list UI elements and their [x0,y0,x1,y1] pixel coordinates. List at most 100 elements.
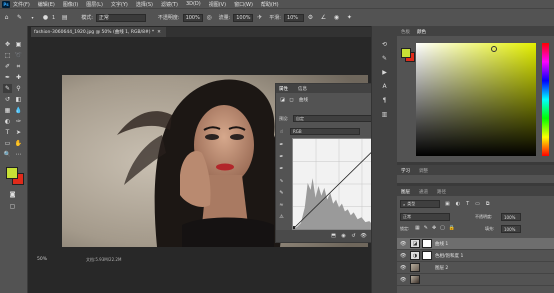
tab-channels[interactable]: 通道 [419,189,428,195]
brush-tool-icon[interactable]: ✎ [3,84,12,93]
lock-transparent-icon[interactable]: ▦ [415,225,420,231]
tab-layers[interactable]: 图层 [401,189,410,195]
mode-select[interactable]: 正常 [95,13,146,22]
smooth-curve-icon[interactable]: ≈ [278,201,285,208]
menu-select[interactable]: 选择(S) [136,1,153,8]
blend-mode-select[interactable]: 正常 [400,213,450,221]
visibility-eye-icon[interactable]: 👁 [400,241,407,247]
menu-file[interactable]: 文件(F) [13,1,30,8]
symmetry-icon[interactable]: ✦ [345,13,354,22]
visibility-icon[interactable]: 👁 [360,232,367,239]
more-tools-icon[interactable]: ⋯ [14,150,23,159]
smooth-field[interactable]: 10% [283,13,304,22]
layer-mask-thumbnail[interactable] [422,239,432,248]
libraries-panel-icon[interactable]: ▥ [380,110,389,119]
layer-filter-select[interactable]: ⌕ 类型 [400,200,440,208]
tab-paths[interactable]: 路径 [437,189,446,195]
lock-artboard-icon[interactable]: ▢ [440,225,445,231]
stamp-tool-icon[interactable]: ⚲ [14,84,23,93]
quick-select-tool-icon[interactable]: ✐ [3,62,12,71]
type-tool-icon[interactable]: T [3,128,12,137]
layer-row[interactable]: 👁 ◪ 曲线 1 [397,238,554,250]
filter-pixel-icon[interactable]: ▣ [445,201,450,207]
tab-swatches[interactable]: 色板 [401,29,410,35]
history-panel-icon[interactable]: ⟲ [380,40,389,49]
layer-name[interactable]: 图层 2 [435,265,448,271]
eyedropper-tool-icon[interactable]: ✒ [3,73,12,82]
airbrush-icon[interactable]: ✈ [255,13,264,22]
foreground-color-chip[interactable] [6,167,18,179]
history-brush-tool-icon[interactable]: ↺ [3,95,12,104]
healing-tool-icon[interactable]: ✚ [14,73,23,82]
crop-tool-icon[interactable]: ⌗ [14,62,23,71]
histogram-warning-icon[interactable]: ⚠ [278,213,285,220]
tab-color[interactable]: 颜色 [417,29,426,35]
set-white-point-icon[interactable]: ✒ [278,165,285,172]
pressure-opacity-icon[interactable]: ◎ [205,13,214,22]
lasso-tool-icon[interactable]: ➰ [14,51,23,60]
blur-tool-icon[interactable]: 💧 [14,106,23,115]
brush-settings-icon[interactable]: ▤ [60,13,69,22]
close-tab-icon[interactable]: ✕ [157,30,161,35]
gradient-tool-icon[interactable]: ▦ [3,106,12,115]
flow-field[interactable]: 100% [233,13,254,22]
view-previous-icon[interactable]: ◉ [340,232,347,239]
target-adjust-icon[interactable]: ☝ [278,128,285,135]
pen-tool-icon[interactable]: ✑ [14,117,23,126]
menu-window[interactable]: 窗口(W) [234,1,253,8]
menu-view[interactable]: 视图(V) [209,1,226,8]
chevron-down-icon[interactable]: ▾ [28,13,37,22]
filter-smart-icon[interactable]: ⧉ [486,201,490,207]
brush-tool-icon[interactable]: ✎ [15,13,24,22]
opacity-field[interactable]: 100% [182,13,203,22]
pressure-size-icon[interactable]: ◉ [332,13,341,22]
screen-mode-icon[interactable]: ▢ [8,202,17,211]
filter-type-icon[interactable]: T [466,201,469,207]
path-select-tool-icon[interactable]: ➤ [14,128,23,137]
lock-pixels-icon[interactable]: ✎ [424,225,428,231]
layer-row[interactable]: 👁 图层 2 [397,262,554,274]
dodge-tool-icon[interactable]: ◐ [3,117,12,126]
tab-properties[interactable]: 属性 [279,86,288,92]
color-foreground-chip[interactable] [401,48,411,58]
tab-info[interactable]: 信息 [298,86,307,92]
layer-opacity-field[interactable]: 100% [501,213,521,221]
curve-point-edit-icon[interactable]: ∿ [278,177,285,184]
menu-type[interactable]: 文字(Y) [111,1,128,8]
menu-3d[interactable]: 3D(D) [186,1,201,7]
move-tool-icon[interactable]: ✥ [3,40,12,49]
tab-adjustments[interactable]: 调整 [419,168,428,174]
smoothing-settings-icon[interactable]: ⚙ [306,13,315,22]
fill-field[interactable]: 100% [501,225,521,233]
eraser-tool-icon[interactable]: ◧ [14,95,23,104]
angle-icon[interactable]: ∠ [319,13,328,22]
home-icon[interactable]: ⌂ [2,13,11,22]
brush-settings-panel-icon[interactable]: ✎ [380,54,389,63]
pencil-draw-icon[interactable]: ✎ [278,189,285,196]
menu-edit[interactable]: 编辑(E) [38,1,55,8]
channel-select[interactable]: RGB [290,128,360,135]
layer-mask-thumbnail[interactable] [422,251,432,260]
clip-to-layer-icon[interactable]: ⬒ [330,232,337,239]
visibility-eye-icon[interactable]: 👁 [400,277,407,283]
reset-icon[interactable]: ↺ [350,232,357,239]
filter-adjustment-icon[interactable]: ◐ [456,201,460,207]
visibility-eye-icon[interactable]: 👁 [400,253,407,259]
tab-learn[interactable]: 学习 [401,168,410,174]
hand-tool-icon[interactable]: ✋ [14,139,23,148]
paragraph-panel-icon[interactable]: ¶ [380,96,389,105]
zoom-level[interactable]: 50% [37,257,47,262]
document-tab[interactable]: fashion-3060644_1920.jpg @ 50% (曲线 1, RG… [31,27,166,37]
color-picker-handle[interactable] [491,46,497,52]
layer-name[interactable]: 色相/饱和度 1 [435,253,463,259]
quick-mask-icon[interactable]: ◙ [8,190,17,199]
mask-icon[interactable]: ◻ [288,96,295,103]
shape-tool-icon[interactable]: ▭ [3,139,12,148]
layer-row[interactable]: 👁 [397,274,554,286]
menu-filter[interactable]: 滤镜(T) [161,1,178,8]
color-field[interactable] [416,43,536,156]
actions-panel-icon[interactable]: ▶ [380,68,389,77]
character-panel-icon[interactable]: A [380,82,389,91]
filter-shape-icon[interactable]: ▭ [475,201,480,207]
marquee-tool-icon[interactable]: ⬚ [3,51,12,60]
